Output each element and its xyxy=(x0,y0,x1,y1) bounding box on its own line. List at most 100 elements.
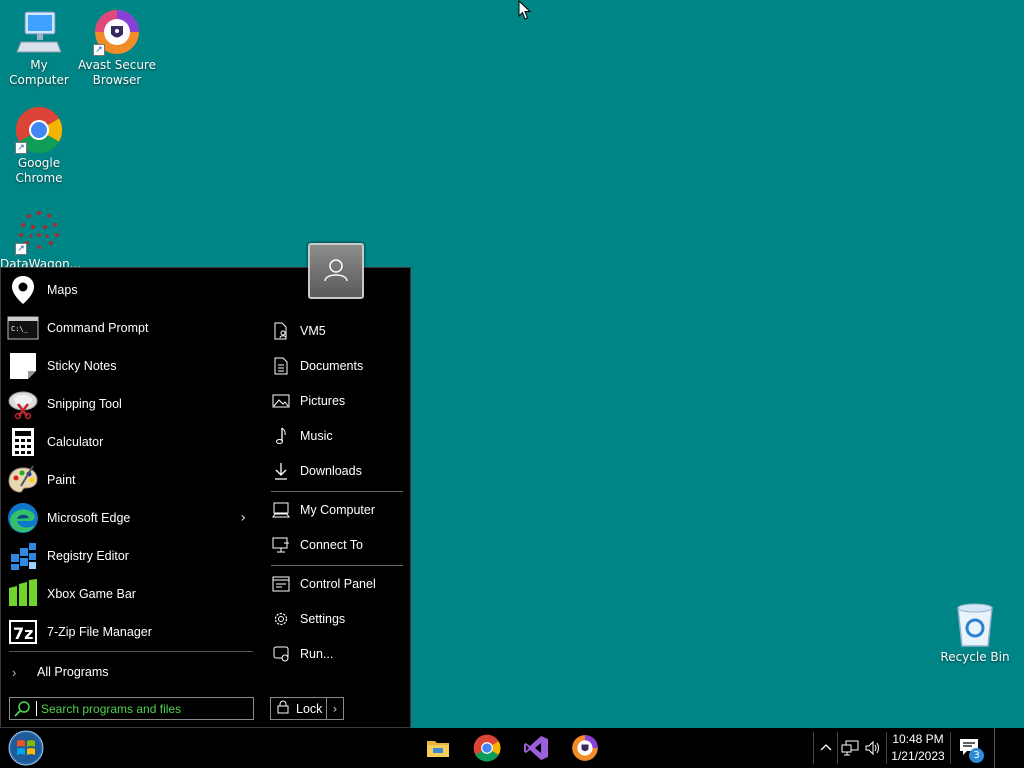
mouse-cursor-icon xyxy=(518,0,532,24)
show-desktop-button[interactable] xyxy=(994,728,998,768)
places-divider xyxy=(271,565,403,566)
desktop-icon-label: My Computer xyxy=(9,58,69,87)
paint-icon xyxy=(7,464,39,496)
desktop-icon-google-chrome[interactable]: ↗ Google Chrome xyxy=(0,106,78,186)
run-icon xyxy=(271,644,291,664)
chrome-icon: ↗ xyxy=(15,106,63,154)
user-account-picture[interactable] xyxy=(308,243,364,299)
program-item-microsoft-edge[interactable]: Microsoft Edge › xyxy=(7,500,252,536)
pictures-icon xyxy=(271,391,291,411)
program-item-xbox-game-bar[interactable]: Xbox Game Bar xyxy=(7,576,252,612)
place-item-documents[interactable]: Documents xyxy=(271,352,403,380)
program-item-7zip[interactable]: 7z 7-Zip File Manager xyxy=(7,614,252,650)
place-item-my-computer[interactable]: My Computer xyxy=(271,496,403,524)
place-item-run[interactable]: Run... xyxy=(271,640,403,668)
tray-separator xyxy=(950,732,951,764)
taskbar-avast-browser[interactable] xyxy=(571,734,599,762)
taskbar-clock[interactable]: 10:48 PM 1/21/2023 xyxy=(888,731,948,765)
program-item-sticky-notes[interactable]: Sticky Notes xyxy=(7,348,252,384)
clock-time: 10:48 PM xyxy=(892,732,944,746)
tray-separator xyxy=(837,732,838,764)
program-item-maps[interactable]: Maps xyxy=(7,272,252,308)
taskbar-file-explorer[interactable] xyxy=(424,734,452,762)
desktop-icon-label: Recycle Bin xyxy=(940,650,1010,664)
desktop-icon-label: Google Chrome xyxy=(15,156,63,185)
lock-label: Lock xyxy=(296,701,323,716)
search-icon xyxy=(10,698,36,719)
registry-editor-icon xyxy=(7,540,39,572)
desktop-icon-my-computer[interactable]: My Computer xyxy=(0,8,78,88)
program-label: Microsoft Edge xyxy=(47,511,131,525)
computer-icon xyxy=(15,8,63,56)
shortcut-arrow-icon: ↗ xyxy=(15,142,27,154)
7zip-icon: 7z xyxy=(7,616,39,648)
user-folder-icon xyxy=(271,321,291,341)
tray-separator xyxy=(886,732,887,764)
file-explorer-icon xyxy=(427,741,449,757)
place-label: Music xyxy=(300,429,333,443)
visual-studio-icon xyxy=(524,736,548,760)
calculator-icon xyxy=(7,426,39,458)
program-item-snipping-tool[interactable]: Snipping Tool xyxy=(7,386,252,422)
computer-icon xyxy=(271,500,291,520)
place-item-music[interactable]: Music xyxy=(271,422,403,450)
search-box[interactable] xyxy=(9,697,254,720)
place-item-settings[interactable]: Settings xyxy=(271,605,403,633)
program-item-paint[interactable]: Paint xyxy=(7,462,252,498)
place-item-control-panel[interactable]: Control Panel xyxy=(271,570,403,598)
program-item-calculator[interactable]: Calculator xyxy=(7,424,252,460)
downloads-icon xyxy=(271,461,291,481)
desktop-icon-datawagon[interactable]: ↗ DataWagon... xyxy=(0,207,81,272)
taskbar: 10:48 PM 1/21/2023 3 xyxy=(0,728,1024,768)
program-label: Maps xyxy=(47,283,78,297)
maps-icon xyxy=(7,274,39,306)
recycle-bin-icon xyxy=(953,602,997,648)
show-hidden-icons-chevron-up-icon[interactable] xyxy=(817,739,835,757)
place-label: Run... xyxy=(300,647,334,661)
program-label: Registry Editor xyxy=(47,549,129,563)
chevron-right-icon: › xyxy=(12,664,17,680)
all-programs-button[interactable]: › All Programs xyxy=(9,660,109,684)
programs-divider xyxy=(9,651,253,652)
place-item-user-folder[interactable]: VM5 xyxy=(271,317,403,345)
program-label: Command Prompt xyxy=(47,321,149,335)
search-input[interactable] xyxy=(41,701,241,716)
place-label: Pictures xyxy=(300,394,346,408)
avast-browser-icon: ↗ xyxy=(93,8,141,56)
desktop-icon-avast-browser[interactable]: ↗ Avast Secure Browser xyxy=(78,8,156,88)
taskbar-visual-studio[interactable] xyxy=(522,734,550,762)
place-item-downloads[interactable]: Downloads xyxy=(271,457,403,485)
program-label: Snipping Tool xyxy=(47,397,122,411)
volume-icon[interactable] xyxy=(864,739,882,757)
avast-browser-icon xyxy=(572,735,598,761)
desktop-icon-label: Avast Secure Browser xyxy=(78,58,156,87)
music-icon xyxy=(271,426,291,446)
program-label: 7-Zip File Manager xyxy=(47,625,152,639)
desktop-icon-recycle-bin[interactable]: Recycle Bin xyxy=(936,602,1014,665)
shortcut-arrow-icon: ↗ xyxy=(15,243,27,255)
lock-main-button[interactable]: Lock xyxy=(271,698,326,719)
lock-button[interactable]: Lock › xyxy=(270,697,344,720)
connect-to-icon xyxy=(271,535,291,555)
place-item-pictures[interactable]: Pictures xyxy=(271,387,403,415)
place-item-connect-to[interactable]: Connect To xyxy=(271,531,403,559)
taskbar-chrome[interactable] xyxy=(473,734,501,762)
start-button[interactable] xyxy=(6,730,46,766)
xbox-game-bar-icon xyxy=(7,578,39,610)
program-label: Paint xyxy=(47,473,76,487)
command-prompt-icon: C:\_ xyxy=(7,312,39,344)
lock-icon xyxy=(277,700,289,717)
lock-options-chevron-icon[interactable]: › xyxy=(326,698,343,719)
start-menu: Maps C:\_ Command Prompt Sticky Notes Sn… xyxy=(0,267,411,728)
program-item-command-prompt[interactable]: C:\_ Command Prompt xyxy=(7,310,252,346)
program-item-registry-editor[interactable]: Registry Editor xyxy=(7,538,252,574)
place-label: Settings xyxy=(300,612,346,626)
place-label: Control Panel xyxy=(300,577,376,591)
edge-icon xyxy=(7,502,39,534)
settings-gear-icon xyxy=(271,609,291,629)
windows-orb-icon xyxy=(8,730,44,766)
submenu-chevron-right-icon[interactable]: › xyxy=(240,510,246,526)
sticky-notes-icon xyxy=(7,350,39,382)
datawagon-icon: ↗ xyxy=(15,207,63,255)
network-icon[interactable] xyxy=(841,739,859,757)
